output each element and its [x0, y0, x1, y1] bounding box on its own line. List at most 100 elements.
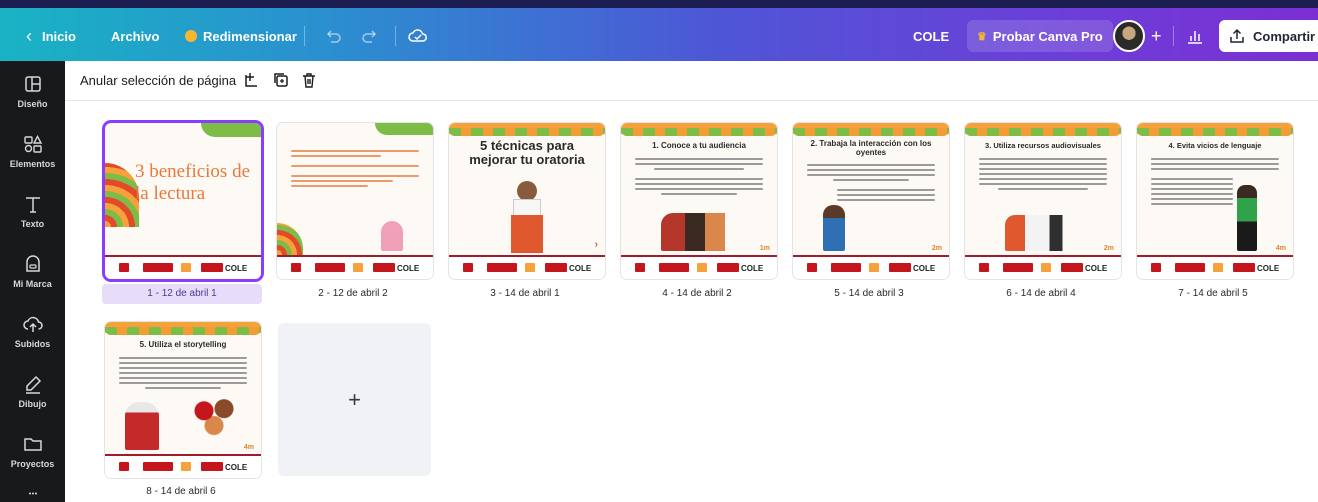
logo — [291, 263, 301, 272]
undo-icon — [326, 30, 341, 43]
page-title: 2. Trabaja la interacción con los oyente… — [810, 139, 932, 157]
logo — [1061, 263, 1083, 272]
page-caption-7[interactable]: 7 - 14 de abril 5 — [1133, 288, 1293, 299]
page-caption-3[interactable]: 3 - 14 de abril 1 — [445, 288, 605, 299]
separator — [304, 26, 305, 46]
sidebar-item-mi-marca[interactable]: Mi Marca — [0, 253, 65, 313]
page-thumbnail-6[interactable]: 3. Utiliza recursos audiovisuales 2m COL… — [965, 123, 1121, 279]
page-thumbnail-4[interactable]: 1. Conoce a tu audiencia 1m COLE — [621, 123, 777, 279]
page-title: 3. Utiliza recursos audiovisuales — [985, 141, 1101, 150]
page-thumbnail-7[interactable]: 4. Evita vicios de lenguaje 4m COLE — [1137, 123, 1293, 279]
sidebar-item-label: Subidos — [14, 339, 51, 349]
decoration — [375, 123, 433, 135]
try-pro-button[interactable]: ♛ Probar Canva Pro — [967, 20, 1113, 52]
sidebar-more-apps[interactable] — [0, 489, 65, 502]
sidebar-item-texto[interactable]: Texto — [0, 193, 65, 253]
insights-button[interactable] — [1186, 20, 1204, 52]
user-avatar[interactable] — [1113, 20, 1145, 52]
sidebar-item-dibujo[interactable]: Dibujo — [0, 373, 65, 433]
sidebar-item-elementos[interactable]: Elementos — [0, 133, 65, 193]
page-text-block — [979, 155, 1107, 193]
page-thumbnail-3[interactable]: 5 técnicas para mejorar tu oratoria › CO… — [449, 123, 605, 279]
sidebar-item-label: Diseño — [17, 99, 48, 109]
sidebar-item-subidos[interactable]: Subidos — [0, 313, 65, 373]
resize-button[interactable]: Redimensionar — [185, 20, 297, 52]
page-text-block — [1151, 155, 1279, 173]
undo-button[interactable] — [324, 20, 342, 52]
listeners-illustration — [189, 394, 239, 436]
share-button[interactable]: Compartir — [1219, 20, 1318, 52]
page-duration: 1m — [759, 245, 770, 252]
logo — [181, 263, 191, 272]
chevron-left-icon: ‹ — [26, 25, 32, 46]
page-title: 5 técnicas para mejorar tu oratoria — [469, 138, 585, 167]
page-duration: 2m — [931, 245, 942, 252]
logo — [181, 462, 191, 471]
rainbow-illustration — [277, 223, 303, 255]
trash-icon[interactable] — [300, 71, 318, 89]
cole-logo: COLE — [397, 264, 420, 273]
logo — [1175, 263, 1205, 272]
sidebar-item-diseno[interactable]: Diseño — [0, 73, 65, 133]
redo-button[interactable] — [361, 20, 379, 52]
page-caption-4[interactable]: 4 - 14 de abril 2 — [617, 288, 777, 299]
document-title-label: COLE — [913, 28, 950, 44]
page-duration: 4m — [243, 444, 254, 451]
page-footer: COLE — [1137, 255, 1293, 279]
back-home-button[interactable]: ‹ Inicio — [26, 20, 76, 52]
logo — [1003, 263, 1033, 272]
teacher-illustration — [823, 205, 845, 251]
sidebar-item-proyectos[interactable]: Proyectos — [0, 433, 65, 493]
page-thumbnail-1[interactable]: 3 beneficios de la lectura COLE — [105, 123, 261, 279]
page-thumbnail-2[interactable]: COLE — [277, 123, 433, 279]
cloud-check-icon — [408, 29, 427, 42]
document-title[interactable]: COLE — [913, 20, 949, 52]
deselect-pages-button[interactable]: Anular selección de página — [80, 73, 236, 88]
add-page-button[interactable]: + — [278, 323, 431, 476]
page-thumbnail-5[interactable]: 2. Trabaja la interacción con los oyente… — [793, 123, 949, 279]
decoration — [621, 128, 777, 136]
canva-editor: ‹ Inicio Archivo Redimensionar COLE ♛ Pr… — [0, 0, 1318, 502]
sidebar-item-label: Texto — [20, 219, 45, 229]
page-text-block — [119, 354, 247, 392]
logo — [201, 462, 223, 471]
upload-icon — [22, 316, 43, 332]
page-thumbnail-8[interactable]: 5. Utiliza el storytelling 4m COLE — [105, 322, 261, 478]
file-menu-button[interactable]: Archivo — [111, 20, 159, 52]
page-caption-1[interactable]: 1 - 12 de abril 1 — [102, 284, 262, 304]
reading-girl-illustration — [381, 221, 403, 251]
sidebar-item-label: Mi Marca — [13, 279, 52, 289]
page-caption-6[interactable]: 6 - 14 de abril 4 — [961, 288, 1121, 299]
folder-icon — [23, 438, 42, 451]
logo — [373, 263, 395, 272]
podium-illustration — [511, 215, 543, 253]
bar-chart-icon — [1188, 31, 1202, 44]
page-caption-8[interactable]: 8 - 14 de abril 6 — [101, 486, 261, 497]
logo — [143, 462, 173, 471]
logo — [545, 263, 567, 272]
cole-logo: COLE — [1085, 264, 1108, 273]
logo — [525, 263, 535, 272]
add-page-icon[interactable] — [243, 71, 261, 89]
page-text-block — [807, 161, 935, 204]
page-caption-2[interactable]: 2 - 12 de abril 2 — [273, 288, 433, 299]
duplicate-page-icon[interactable] — [272, 71, 290, 89]
decoration — [449, 128, 605, 136]
page-duration: 2m — [1103, 245, 1114, 252]
page-title: 5. Utiliza el storytelling — [139, 340, 227, 349]
presentation-illustration — [1005, 215, 1077, 251]
sidebar-item-label: Dibujo — [18, 399, 47, 409]
page-caption-5[interactable]: 5 - 14 de abril 3 — [789, 288, 949, 299]
page-title: 3 beneficios de la lectura — [135, 161, 251, 204]
decoration — [965, 128, 1121, 136]
brand-icon — [25, 255, 40, 272]
cloud-save-button[interactable] — [408, 20, 428, 52]
pages-grid: 3 beneficios de la lectura COLE 1 - 12 d… — [65, 101, 1318, 502]
page-toolbar: Anular selección de página — [65, 61, 1318, 101]
cole-logo: COLE — [225, 264, 248, 273]
logo — [635, 263, 645, 272]
try-pro-label: Probar Canva Pro — [992, 28, 1103, 44]
logo — [717, 263, 739, 272]
invite-button[interactable]: + — [1151, 20, 1162, 52]
resize-label: Redimensionar — [203, 28, 297, 44]
